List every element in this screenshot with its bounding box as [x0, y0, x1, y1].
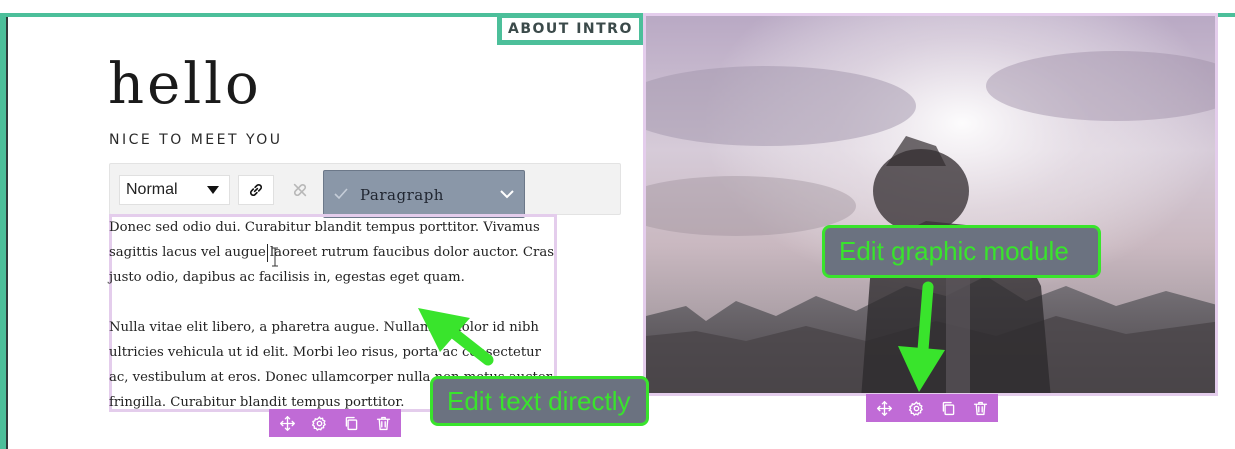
format-select-value: Normal [126, 181, 178, 198]
section-frame-left-inner [6, 17, 8, 449]
graphic-module[interactable] [643, 13, 1218, 396]
text-module-settings-button[interactable] [303, 409, 335, 437]
hero-photo [646, 16, 1215, 393]
gear-icon [311, 415, 326, 431]
remove-link-button[interactable] [282, 175, 318, 205]
block-type-dropdown[interactable]: Paragraph [323, 170, 525, 218]
gear-icon [908, 400, 923, 416]
format-select[interactable]: Normal [119, 175, 230, 205]
move-text-module-button[interactable] [271, 409, 303, 437]
graphic-module-settings-button[interactable] [900, 394, 932, 422]
page-heading[interactable]: hello [108, 52, 262, 117]
page-subheading[interactable]: NICE TO MEET YOU [109, 132, 283, 148]
text-caret [267, 244, 268, 262]
trash-icon [376, 416, 390, 430]
insert-link-button[interactable] [238, 175, 274, 205]
unlink-icon [293, 183, 307, 197]
duplicate-graphic-module-button[interactable] [932, 394, 964, 422]
i-beam-cursor-icon [272, 247, 278, 267]
text-module-controls [269, 409, 401, 437]
trash-icon [973, 401, 987, 415]
annotation-edit-graphic: Edit graphic module [822, 225, 1101, 278]
paragraph[interactable]: Donec sed odio dui. Curabitur blandit te… [109, 215, 559, 290]
link-icon [249, 183, 263, 197]
delete-graphic-module-button[interactable] [964, 394, 996, 422]
section-label: ABOUT INTRO [502, 18, 639, 40]
chevron-down-icon [499, 187, 515, 201]
block-type-value: Paragraph [360, 186, 444, 204]
move-icon [876, 400, 892, 416]
copy-icon [345, 416, 357, 430]
check-icon [333, 187, 349, 201]
copy-icon [942, 401, 954, 415]
duplicate-text-module-button[interactable] [335, 409, 367, 437]
move-icon [279, 415, 295, 431]
move-graphic-module-button[interactable] [868, 394, 900, 422]
caret-down-icon [207, 186, 219, 194]
graphic-module-controls [866, 394, 998, 422]
delete-text-module-button[interactable] [367, 409, 399, 437]
annotation-edit-text: Edit text directly [430, 376, 649, 426]
